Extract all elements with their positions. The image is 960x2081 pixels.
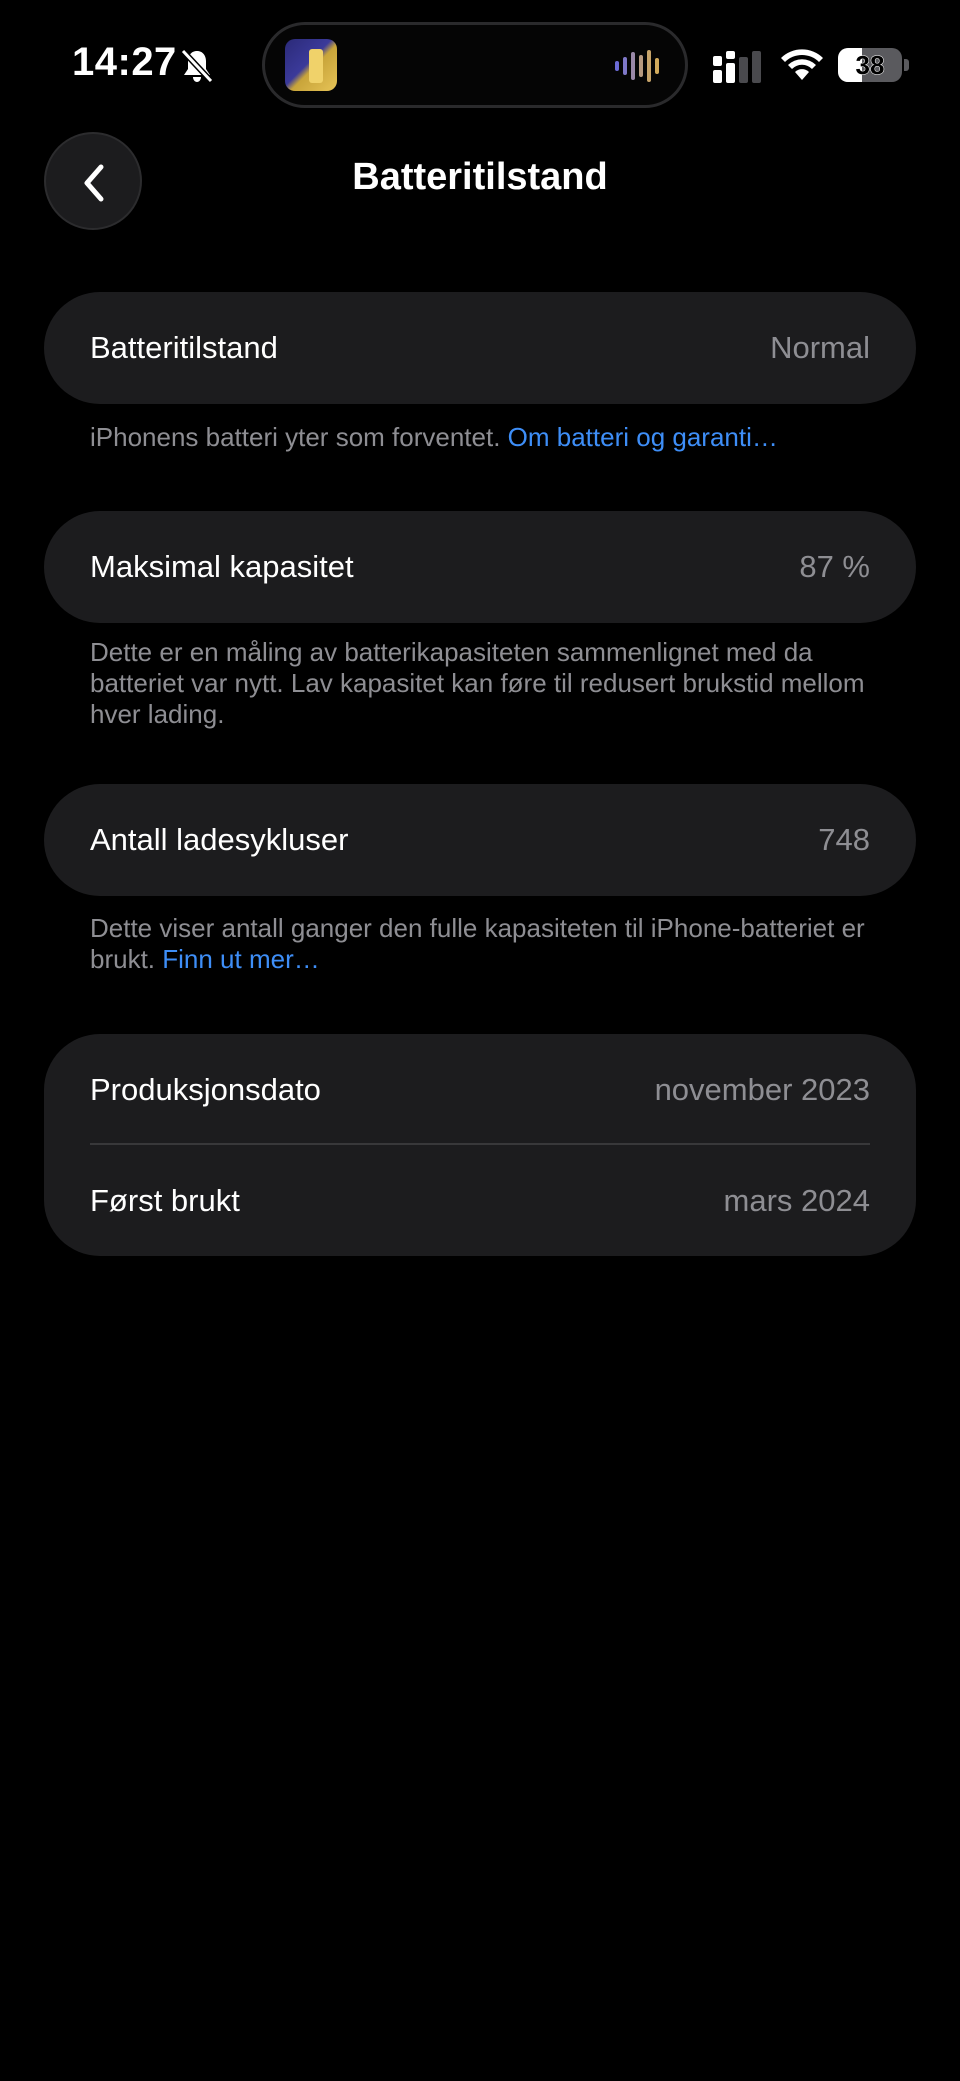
manufacture-date-label: Produksjonsdato — [90, 1071, 321, 1107]
max-capacity-card: Maksimal kapasitet 87 % — [44, 511, 916, 623]
dynamic-island[interactable] — [262, 22, 688, 108]
battery-percentage: 38 — [855, 50, 885, 81]
battery-health-footnote-text: iPhonens batteri yter som forventet. — [90, 422, 508, 452]
page-title: Batteritilstand — [352, 156, 608, 198]
battery-health-row: Batteritilstand Normal — [90, 292, 870, 404]
max-capacity-value: 87 % — [799, 549, 870, 584]
battery-icon: 38 — [838, 48, 910, 82]
bell-slash-icon — [180, 48, 214, 84]
cycle-count-value: 748 — [818, 822, 870, 857]
wifi-icon — [781, 49, 823, 80]
battery-health-card: Batteritilstand Normal — [44, 292, 916, 404]
first-use-value: mars 2024 — [723, 1182, 870, 1218]
cycle-count-card: Antall ladesykluser 748 — [44, 784, 916, 896]
cycle-count-label: Antall ladesykluser — [90, 822, 349, 857]
status-bar: 14:27 38 — [0, 0, 960, 130]
cellular-signal-icon — [713, 51, 761, 83]
battery-warranty-link[interactable]: Om batteri og garanti… — [508, 422, 778, 452]
max-capacity-footnote: Dette er en måling av batterikapasiteten… — [90, 637, 865, 729]
battery-health-label: Batteritilstand — [90, 330, 278, 365]
battery-health-footnote: iPhonens batteri yter som forventet. Om … — [90, 422, 890, 453]
learn-more-link[interactable]: Finn ut mer… — [162, 944, 320, 974]
album-artwork[interactable] — [285, 39, 337, 91]
cycle-count-row: Antall ladesykluser 748 — [90, 784, 870, 896]
waveform-icon — [615, 50, 659, 82]
first-use-label: Først brukt — [90, 1182, 240, 1218]
dates-card: Produksjonsdato november 2023 Først bruk… — [44, 1034, 916, 1256]
manufacture-date-row: Produksjonsdato november 2023 — [90, 1034, 870, 1145]
max-capacity-row: Maksimal kapasitet 87 % — [90, 511, 870, 623]
max-capacity-label: Maksimal kapasitet — [90, 549, 354, 584]
status-time: 14:27 — [72, 40, 177, 84]
manufacture-date-value: november 2023 — [654, 1071, 870, 1107]
cycle-count-footnote: Dette viser antall ganger den fulle kapa… — [90, 913, 890, 975]
first-use-row: Først brukt mars 2024 — [90, 1145, 870, 1256]
battery-health-value: Normal — [770, 330, 870, 365]
